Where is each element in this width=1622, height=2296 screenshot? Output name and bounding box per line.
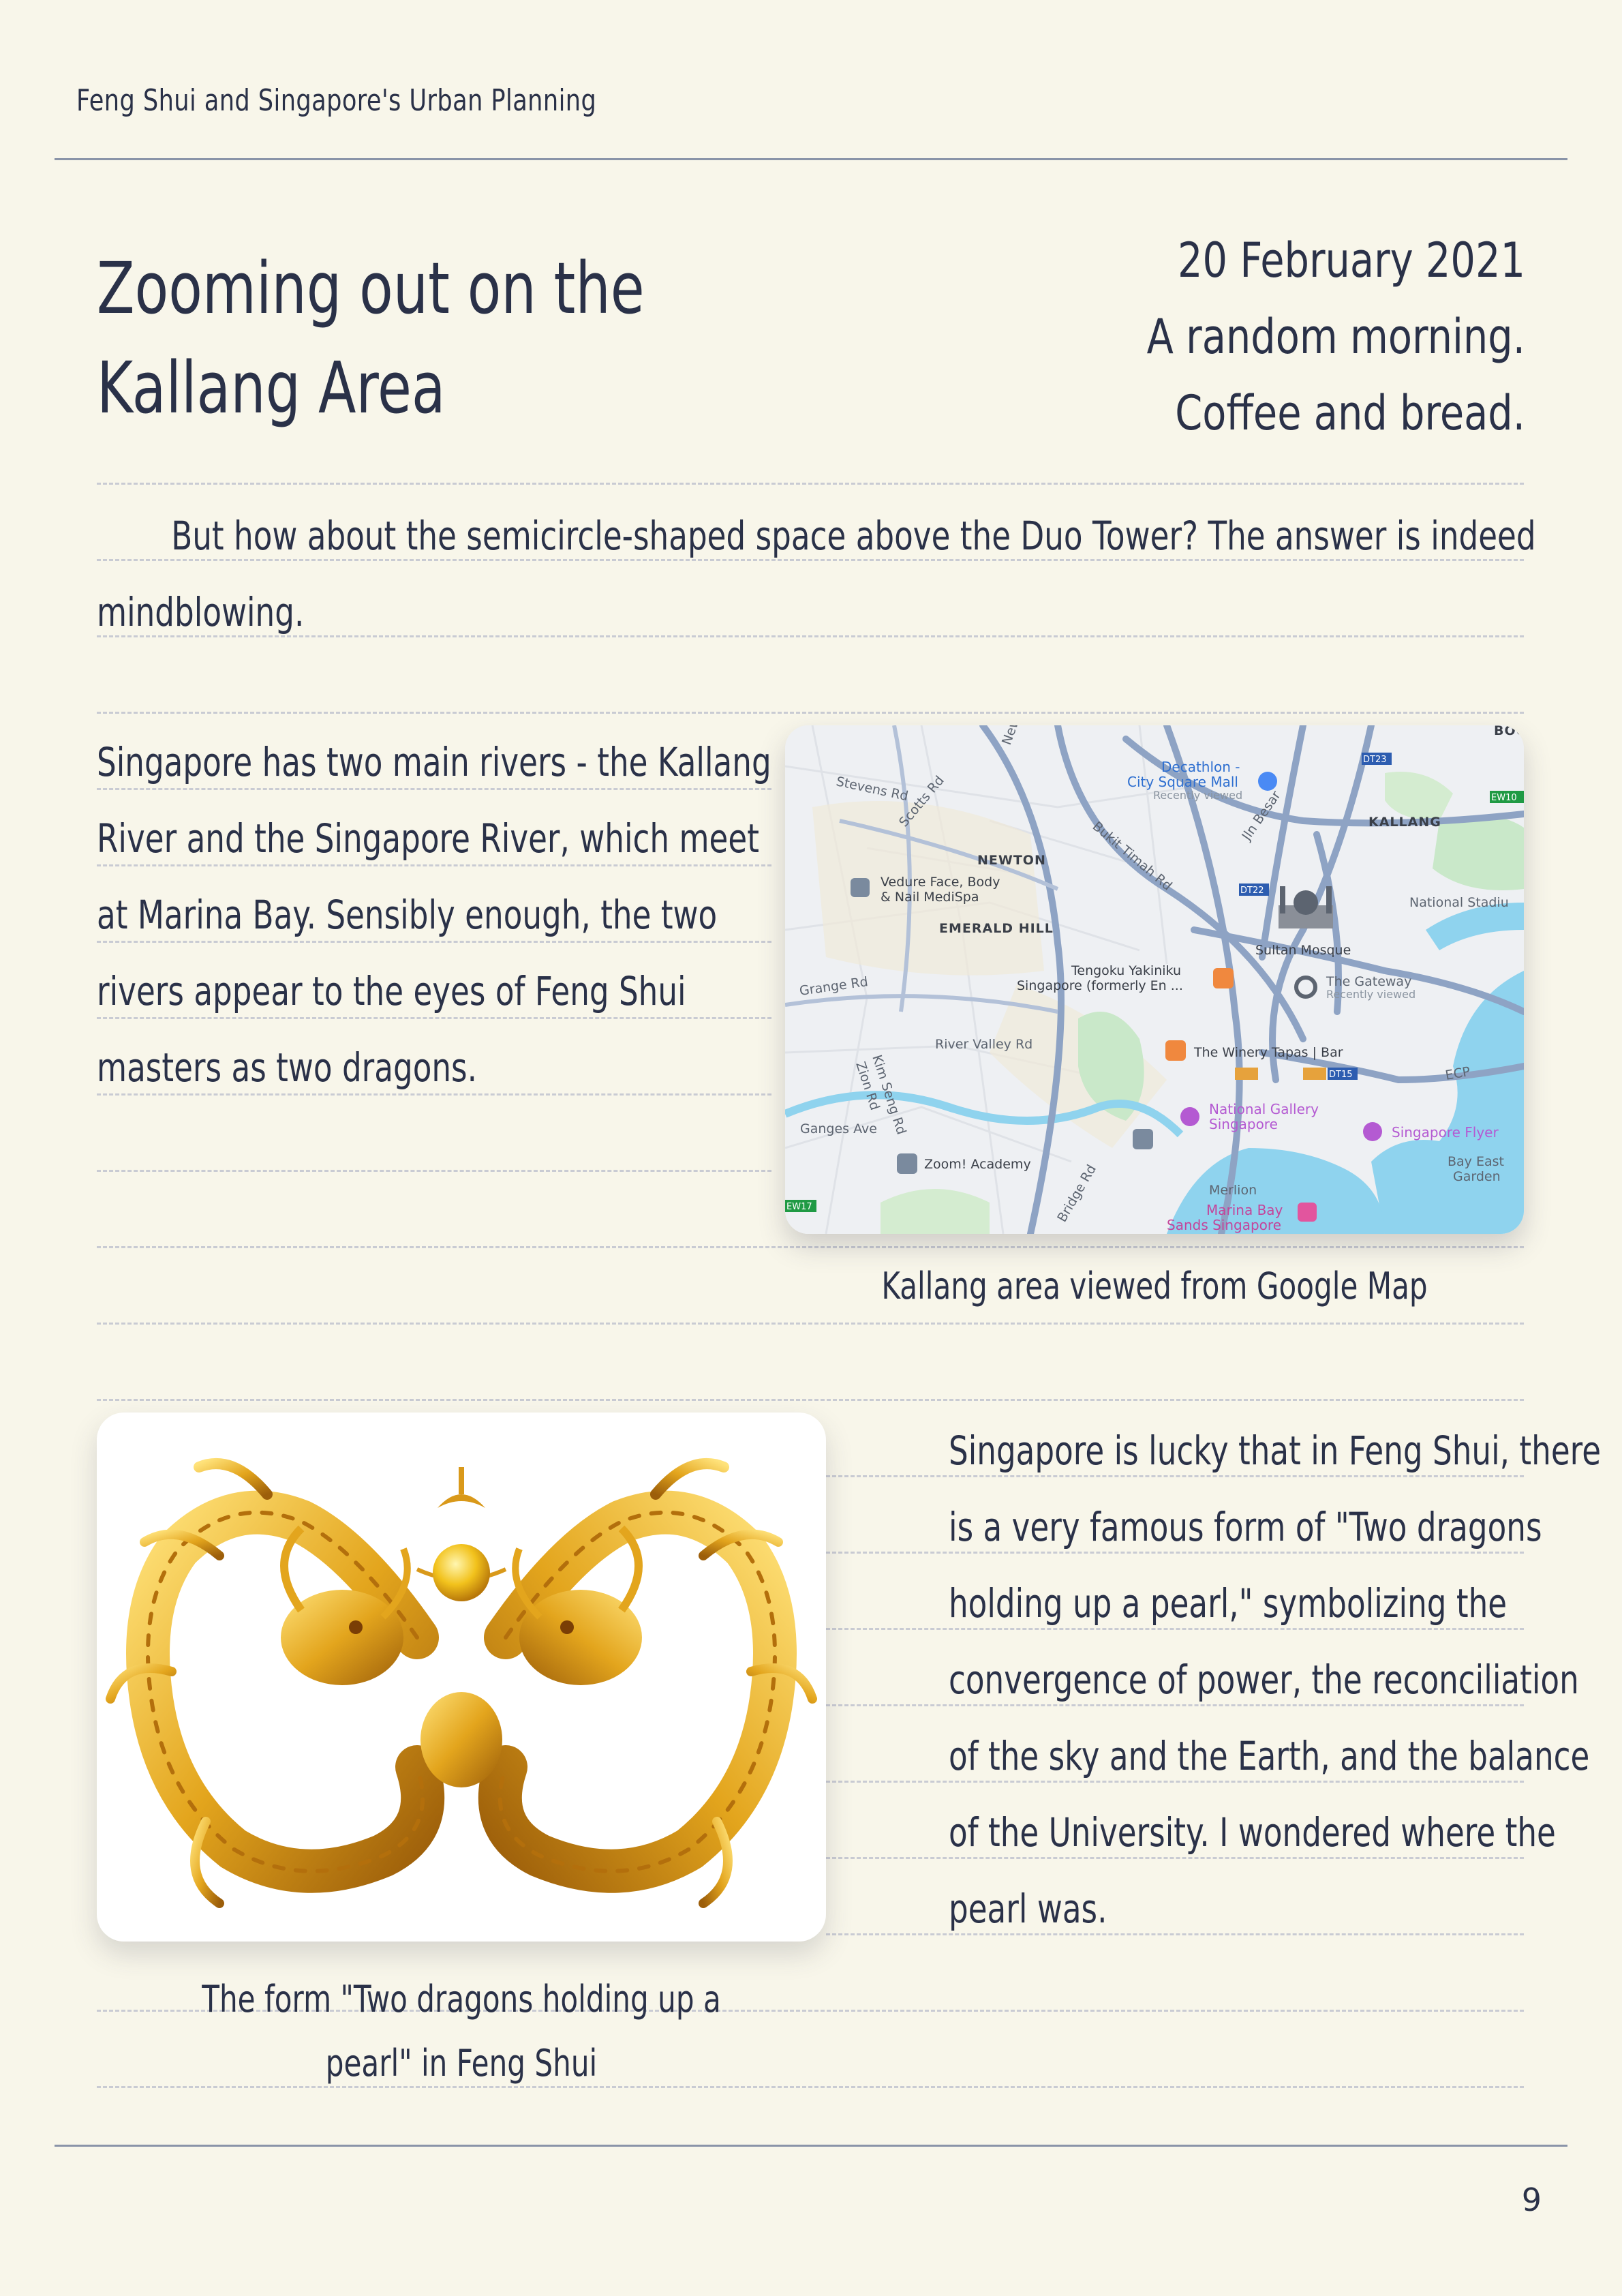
pearl-paragraph: Singapore is lucky that in Feng Shui, th… xyxy=(949,1428,1602,1932)
map-label-merlion: Merlion xyxy=(1209,1183,1257,1198)
page-title: Zooming out on the Kallang Area xyxy=(97,239,682,438)
map-label-winery: The Winery Tapas | Bar xyxy=(1193,1045,1343,1060)
flyer-pin-icon xyxy=(1363,1122,1382,1141)
map-label-gateway-sub: Recently viewed xyxy=(1326,988,1416,1001)
winery-pin-icon xyxy=(1165,1040,1186,1061)
map-label-vedure-2: & Nail MediSpa xyxy=(881,890,979,905)
map-graphic: Stevens Rd Scotts Rd Newto Bukit Timah R… xyxy=(785,725,1524,1234)
journal-meta: 20 February 2021 A random morning. Coffe… xyxy=(1022,222,1525,451)
map-label-mbs-2: Sands Singapore xyxy=(1167,1217,1281,1233)
intro-paragraph: But how about the semicircle-shaped spac… xyxy=(97,513,1536,635)
dragon-caption: The form "Two dragons holding up a pearl… xyxy=(177,1967,746,2096)
map-label-national-gallery-2: Singapore xyxy=(1209,1116,1278,1132)
right-dragon xyxy=(478,1458,817,1908)
map-label-gateway: The Gateway xyxy=(1326,974,1411,989)
page-title-line1: Zooming out on the xyxy=(97,247,645,330)
dragon-caption-line1: The form "Two dragons holding up a xyxy=(202,1978,721,2021)
map-label-national-stadium: National Stadiu xyxy=(1409,895,1509,910)
pearl-icon xyxy=(433,1544,490,1601)
journal-date: 20 February 2021 xyxy=(1178,232,1525,288)
dragon-caption-line2: pearl" in Feng Shui xyxy=(325,2042,598,2085)
page-title-line2: Kallang Area xyxy=(97,346,446,429)
map-label-flyer: Singapore Flyer xyxy=(1392,1124,1499,1141)
map-label-national-gallery-1: National Gallery xyxy=(1209,1101,1319,1117)
map-label-tengoku-2: Singapore (formerly En ... xyxy=(1017,978,1183,993)
map-label-city-square: City Square Mall xyxy=(1127,774,1238,790)
map-label-vedure-1: Vedure Face, Body xyxy=(881,875,1000,890)
map-label-sultan-mosque: Sultan Mosque xyxy=(1255,943,1351,958)
hotel-pin-icon xyxy=(1298,1203,1317,1222)
journal-note-1: A random morning. xyxy=(1146,309,1525,365)
spa-pin-icon xyxy=(851,878,870,897)
map-label-ew10: EW10 xyxy=(1491,793,1517,803)
rivers-paragraph: Singapore has two main rivers - the Kall… xyxy=(97,739,771,1091)
map-label-dt22: DT22 xyxy=(1240,886,1264,896)
shopping-pin-icon xyxy=(1258,772,1277,791)
map-label-bay-east-1: Bay East xyxy=(1448,1154,1504,1169)
map-label-recently-viewed: Recently viewed xyxy=(1153,789,1242,802)
two-dragons-pearl-illustration xyxy=(106,1458,817,1908)
running-header: Feng Shui and Singapore's Urban Planning xyxy=(76,83,597,118)
map-label-decathlon: Decathlon - xyxy=(1161,759,1240,775)
map-label-dt15: DT15 xyxy=(1329,1070,1353,1080)
map-label-mbs-1: Marina Bay xyxy=(1206,1202,1283,1218)
academy-pin-icon xyxy=(897,1153,917,1174)
map-label-kallang: KALLANG xyxy=(1368,815,1441,830)
footer-rule xyxy=(55,2145,1567,2147)
page-number: 9 xyxy=(1521,2181,1542,2218)
map-label-newton: NEWTON xyxy=(977,853,1046,868)
map-label-dt23: DT23 xyxy=(1363,755,1387,765)
map-label-bay-east-2: Garden xyxy=(1453,1169,1501,1184)
restaurant-pin-icon xyxy=(1213,968,1234,988)
map-label-tengoku-1: Tengoku Yakiniku xyxy=(1071,963,1181,978)
header-rule xyxy=(55,158,1567,160)
map-label-ew17: EW17 xyxy=(786,1202,812,1212)
kallang-map: Stevens Rd Scotts Rd Newto Bukit Timah R… xyxy=(785,725,1524,1234)
left-dragon xyxy=(106,1458,445,1908)
school-pin-icon xyxy=(1133,1129,1153,1149)
map-caption: Kallang area viewed from Google Map xyxy=(881,1265,1428,1308)
map-label-river-valley: River Valley Rd xyxy=(935,1037,1032,1052)
map-label-boo: BOO xyxy=(1494,725,1524,738)
map-label-ganges: Ganges Ave xyxy=(800,1121,877,1136)
dragon-image xyxy=(97,1413,826,1942)
journal-note-2: Coffee and bread. xyxy=(1175,385,1525,441)
map-label-zoom: Zoom! Academy xyxy=(924,1157,1031,1172)
map-label-emerald-hill: EMERALD HILL xyxy=(939,921,1054,936)
museum-pin-icon xyxy=(1180,1107,1199,1126)
